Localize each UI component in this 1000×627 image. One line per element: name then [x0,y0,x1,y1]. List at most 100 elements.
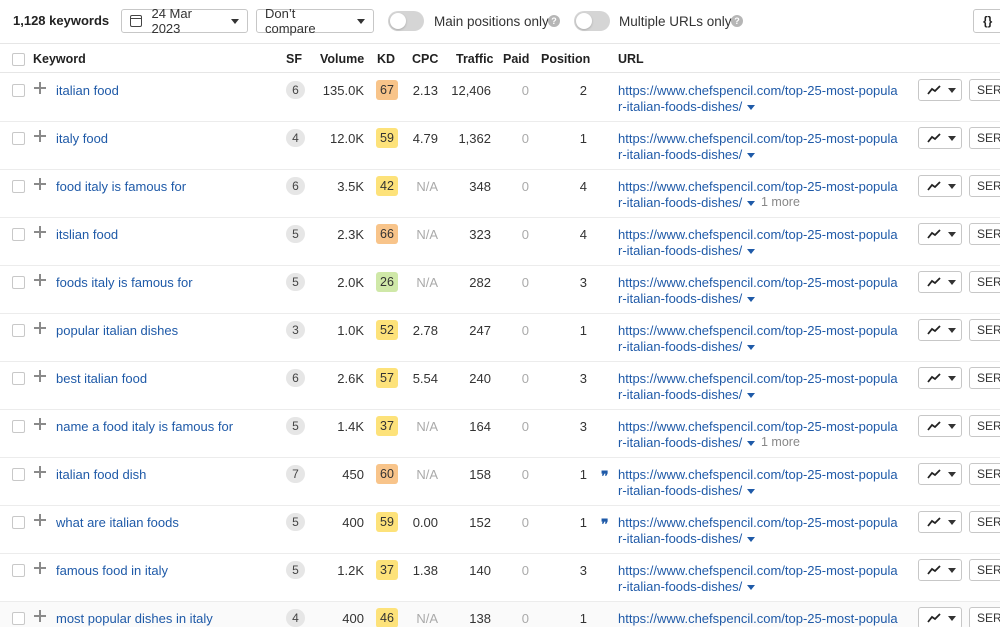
trend-chart-button[interactable] [918,175,962,197]
url-link[interactable]: https://www.chefspencil.com/top-25-most-… [618,179,898,194]
serp-button[interactable]: SERP [969,271,1000,293]
chevron-down-icon[interactable] [747,345,756,351]
row-checkbox[interactable] [12,420,25,433]
chevron-down-icon[interactable] [747,441,756,447]
trend-chart-button[interactable] [918,559,962,581]
url-link-continued[interactable]: r-italian-foods-dishes/ [618,195,756,210]
add-to-list-icon[interactable] [34,369,46,383]
add-to-list-icon[interactable] [34,177,46,191]
trend-chart-button[interactable] [918,127,962,149]
trend-chart-button[interactable] [918,271,962,293]
trend-chart-button[interactable] [918,607,962,627]
row-checkbox[interactable] [12,564,25,577]
serp-button[interactable]: SERP [969,223,1000,245]
keyword-link[interactable]: italy food [56,131,108,146]
chevron-down-icon[interactable] [747,105,756,111]
keyword-link[interactable]: name a food italy is famous for [56,419,233,434]
keyword-link[interactable]: itslian food [56,227,118,242]
url-link[interactable]: https://www.chefspencil.com/top-25-most-… [618,467,898,482]
serp-button[interactable]: SERP [969,367,1000,389]
add-to-list-icon[interactable] [34,561,46,575]
keyword-link[interactable]: famous food in italy [56,563,168,578]
col-position[interactable]: Position [541,52,590,66]
url-link-continued[interactable]: r-italian-foods-dishes/ [618,339,756,354]
url-link-continued[interactable]: r-italian-foods-dishes/ [618,435,756,450]
url-link[interactable]: https://www.chefspencil.com/top-25-most-… [618,227,898,242]
json-export-button[interactable]: {} [973,9,1000,33]
serp-button[interactable]: SERP [969,415,1000,437]
url-link-continued[interactable]: r-italian-foods-dishes/ [618,483,756,498]
col-traffic[interactable]: Traffic [456,52,494,66]
url-link[interactable]: https://www.chefspencil.com/top-25-most-… [618,611,898,626]
trend-chart-button[interactable] [918,463,962,485]
add-to-list-icon[interactable] [34,225,46,239]
trend-chart-button[interactable] [918,511,962,533]
add-to-list-icon[interactable] [34,81,46,95]
serp-button[interactable]: SERP [969,79,1000,101]
row-checkbox[interactable] [12,84,25,97]
chevron-down-icon[interactable] [747,297,756,303]
col-sf[interactable]: SF [286,52,302,66]
keyword-link[interactable]: most popular dishes in italy [56,611,213,626]
chevron-down-icon[interactable] [747,585,756,591]
compare-dropdown[interactable]: Don’t compare [256,6,374,36]
url-link-continued[interactable]: r-italian-foods-dishes/ [618,291,756,306]
row-checkbox[interactable] [12,468,25,481]
chevron-down-icon[interactable] [747,249,756,255]
chevron-down-icon[interactable] [747,489,756,495]
row-checkbox[interactable] [12,132,25,145]
trend-chart-button[interactable] [918,367,962,389]
serp-button[interactable]: SERP [969,127,1000,149]
select-all-checkbox[interactable] [12,53,25,66]
keyword-link[interactable]: food italy is famous for [56,179,186,194]
url-link[interactable]: https://www.chefspencil.com/top-25-most-… [618,419,898,434]
row-checkbox[interactable] [12,372,25,385]
url-link-continued[interactable]: r-italian-foods-dishes/ [618,387,756,402]
add-to-list-icon[interactable] [34,321,46,335]
row-checkbox[interactable] [12,228,25,241]
keyword-link[interactable]: what are italian foods [56,515,179,530]
date-picker-button[interactable]: 24 Mar 2023 [121,6,248,36]
chevron-down-icon[interactable] [747,153,756,159]
url-link-continued[interactable]: r-italian-foods-dishes/ [618,147,756,162]
row-checkbox[interactable] [12,612,25,625]
url-link-continued[interactable]: r-italian-foods-dishes/ [618,531,756,546]
row-checkbox[interactable] [12,516,25,529]
serp-button[interactable]: SERP [969,319,1000,341]
main-positions-toggle[interactable] [388,11,424,31]
keyword-link[interactable]: best italian food [56,371,147,386]
url-link[interactable]: https://www.chefspencil.com/top-25-most-… [618,83,898,98]
row-checkbox[interactable] [12,324,25,337]
add-to-list-icon[interactable] [34,417,46,431]
url-link[interactable]: https://www.chefspencil.com/top-25-most-… [618,563,898,578]
url-link[interactable]: https://www.chefspencil.com/top-25-most-… [618,515,898,530]
add-to-list-icon[interactable] [34,609,46,623]
add-to-list-icon[interactable] [34,129,46,143]
col-url[interactable]: URL [618,52,644,66]
url-link[interactable]: https://www.chefspencil.com/top-25-most-… [618,131,898,146]
chevron-down-icon[interactable] [747,537,756,543]
url-link-continued[interactable]: r-italian-foods-dishes/ [618,579,756,594]
chevron-down-icon[interactable] [747,393,756,399]
row-checkbox[interactable] [12,276,25,289]
help-icon[interactable]: ? [548,15,560,27]
serp-button[interactable]: SERP [969,463,1000,485]
more-urls-link[interactable]: 1 more [761,435,800,449]
col-paid[interactable]: Paid [503,52,529,66]
keyword-link[interactable]: italian food [56,83,119,98]
keyword-link[interactable]: italian food dish [56,467,146,482]
help-icon[interactable]: ? [731,15,743,27]
col-kd[interactable]: KD [377,52,395,66]
serp-button[interactable]: SERP [969,175,1000,197]
serp-button[interactable]: SERP [969,607,1000,627]
row-checkbox[interactable] [12,180,25,193]
trend-chart-button[interactable] [918,79,962,101]
trend-chart-button[interactable] [918,223,962,245]
col-volume[interactable]: Volume [320,52,364,66]
url-link[interactable]: https://www.chefspencil.com/top-25-most-… [618,371,898,386]
col-cpc[interactable]: CPC [412,52,438,66]
url-link-continued[interactable]: r-italian-foods-dishes/ [618,99,756,114]
chevron-down-icon[interactable] [747,201,756,207]
keyword-link[interactable]: foods italy is famous for [56,275,193,290]
serp-button[interactable]: SERP [969,559,1000,581]
